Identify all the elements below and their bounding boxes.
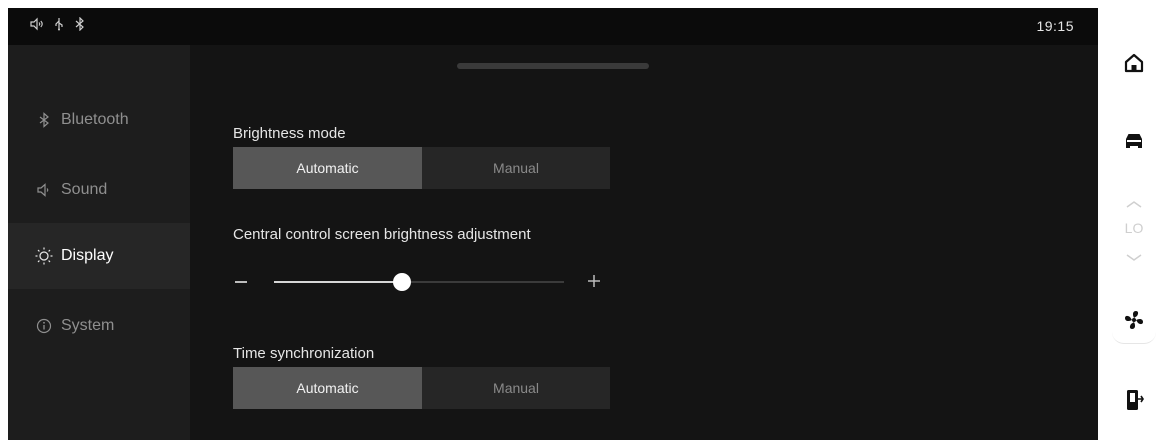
bluetooth-icon: [34, 110, 54, 130]
car-icon[interactable]: [1116, 122, 1152, 158]
settings-sidebar: Bluetooth Sound Display System: [8, 45, 190, 440]
sidebar-item-label: Sound: [61, 181, 108, 198]
fan-indicator-arc: [1112, 332, 1156, 344]
temp-up-icon[interactable]: [1116, 186, 1152, 222]
time-sync-segmented-control: Automatic Manual: [233, 367, 610, 409]
info-icon: [34, 316, 54, 336]
brightness-mode-manual-button[interactable]: Manual: [422, 147, 610, 189]
screen: 19:15 Bluetooth Sound Display System Bri…: [0, 0, 1171, 443]
speaker-icon: [30, 17, 44, 31]
brightness-mode-automatic-button[interactable]: Automatic: [233, 147, 422, 189]
sidebar-item-bluetooth[interactable]: Bluetooth: [8, 87, 190, 153]
brightness-slider: [233, 267, 613, 297]
temperature-readout: LO: [1124, 220, 1144, 236]
usb-icon: [52, 17, 66, 31]
brightness-mode-segmented-control: Automatic Manual: [233, 147, 610, 189]
decrease-brightness-button[interactable]: [235, 281, 247, 283]
increase-brightness-button[interactable]: [582, 269, 606, 293]
slider-fill: [274, 281, 402, 283]
clock: 19:15: [1036, 18, 1074, 34]
brightness-mode-title: Brightness mode: [233, 125, 346, 142]
sidebar-item-label: System: [61, 317, 115, 334]
sidebar-item-sound[interactable]: Sound: [8, 157, 190, 223]
time-sync-manual-button[interactable]: Manual: [422, 367, 610, 409]
time-sync-title: Time synchronization: [233, 345, 375, 362]
sidebar-item-display[interactable]: Display: [8, 223, 190, 289]
brightness-icon: [34, 246, 54, 266]
sidebar-item-system[interactable]: System: [8, 293, 190, 359]
slider-knob[interactable]: [393, 273, 411, 291]
home-icon[interactable]: [1116, 45, 1152, 81]
brightness-adjustment-title: Central control screen brightness adjust…: [233, 226, 531, 243]
temp-down-icon[interactable]: [1116, 240, 1152, 276]
infotainment-display: 19:15 Bluetooth Sound Display System Bri…: [8, 8, 1098, 440]
time-sync-automatic-button[interactable]: Automatic: [233, 367, 422, 409]
sidebar-item-label: Bluetooth: [61, 111, 129, 128]
vehicle-control-rail: LO: [1098, 0, 1171, 443]
drag-handle[interactable]: [457, 63, 649, 69]
display-settings-panel: Brightness mode Automatic Manual Central…: [190, 45, 1098, 440]
status-bar: 19:15: [8, 8, 1098, 45]
sidebar-item-label: Display: [61, 247, 114, 264]
speaker-icon: [34, 180, 54, 200]
door-exit-icon[interactable]: [1116, 382, 1152, 418]
status-icons: [30, 17, 86, 31]
bluetooth-icon: [74, 17, 86, 31]
